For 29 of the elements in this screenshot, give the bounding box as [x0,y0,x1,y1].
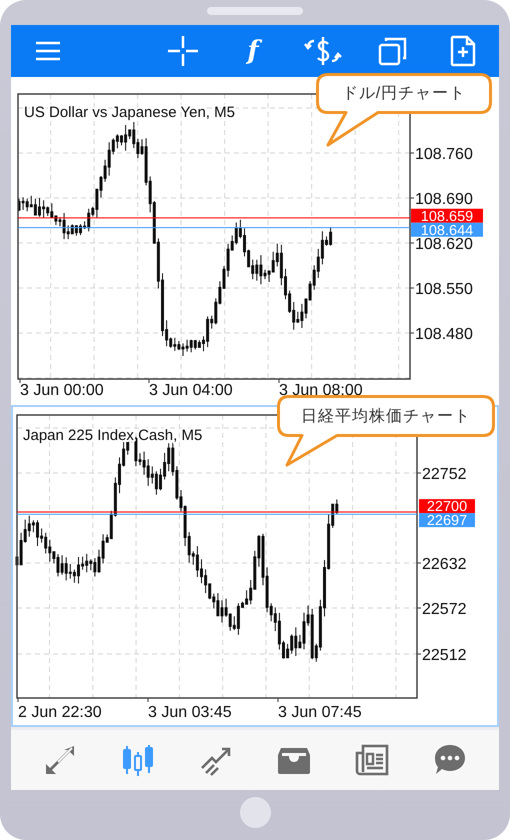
price-tag: 108.644 [411,222,483,239]
price-axis-label: 22512 [422,646,466,664]
time-axis-label: 3 Jun 04:00 [149,382,233,399]
time-axis-label: 3 Jun 00:00 [20,382,104,399]
windows-icon[interactable] [378,36,408,66]
price-axis-label: 22572 [422,600,466,618]
chart-title: US Dollar vs Japanese Yen, M5 [24,104,235,121]
indicators-button[interactable]: f [241,34,265,67]
currency-exchange-icon[interactable] [304,34,342,67]
price-axis-label: 108.480 [415,326,473,343]
price-axis-label: 108.550 [415,280,473,298]
time-axis-label: 2 Jun 22:30 [18,704,102,721]
crosshair-icon[interactable] [167,34,199,67]
chart-title: Japan 225 Index Cash, M5 [23,426,202,444]
price-axis-label: 108.760 [415,146,473,163]
callout-text: 日経平均株価チャート [301,406,471,426]
price-axis-label: 22752 [422,466,466,483]
price-tag: 22697 [419,512,475,529]
time-axis-label: 3 Jun 03:45 [148,704,232,721]
price-tag: 108.659 [411,208,483,225]
time-axis-label: 3 Jun 07:45 [278,704,362,721]
price-axis-label: 108.690 [415,190,473,208]
callout-text: ドル/円チャート [342,84,466,104]
price-tag: 22700 [419,498,475,515]
newspaper-icon[interactable] [354,742,390,778]
new-document-icon[interactable] [450,34,476,67]
price-axis-label: 22632 [422,556,466,573]
time-axis-label: 3 Jun 08:00 [279,382,363,399]
menu-icon[interactable] [35,40,61,61]
